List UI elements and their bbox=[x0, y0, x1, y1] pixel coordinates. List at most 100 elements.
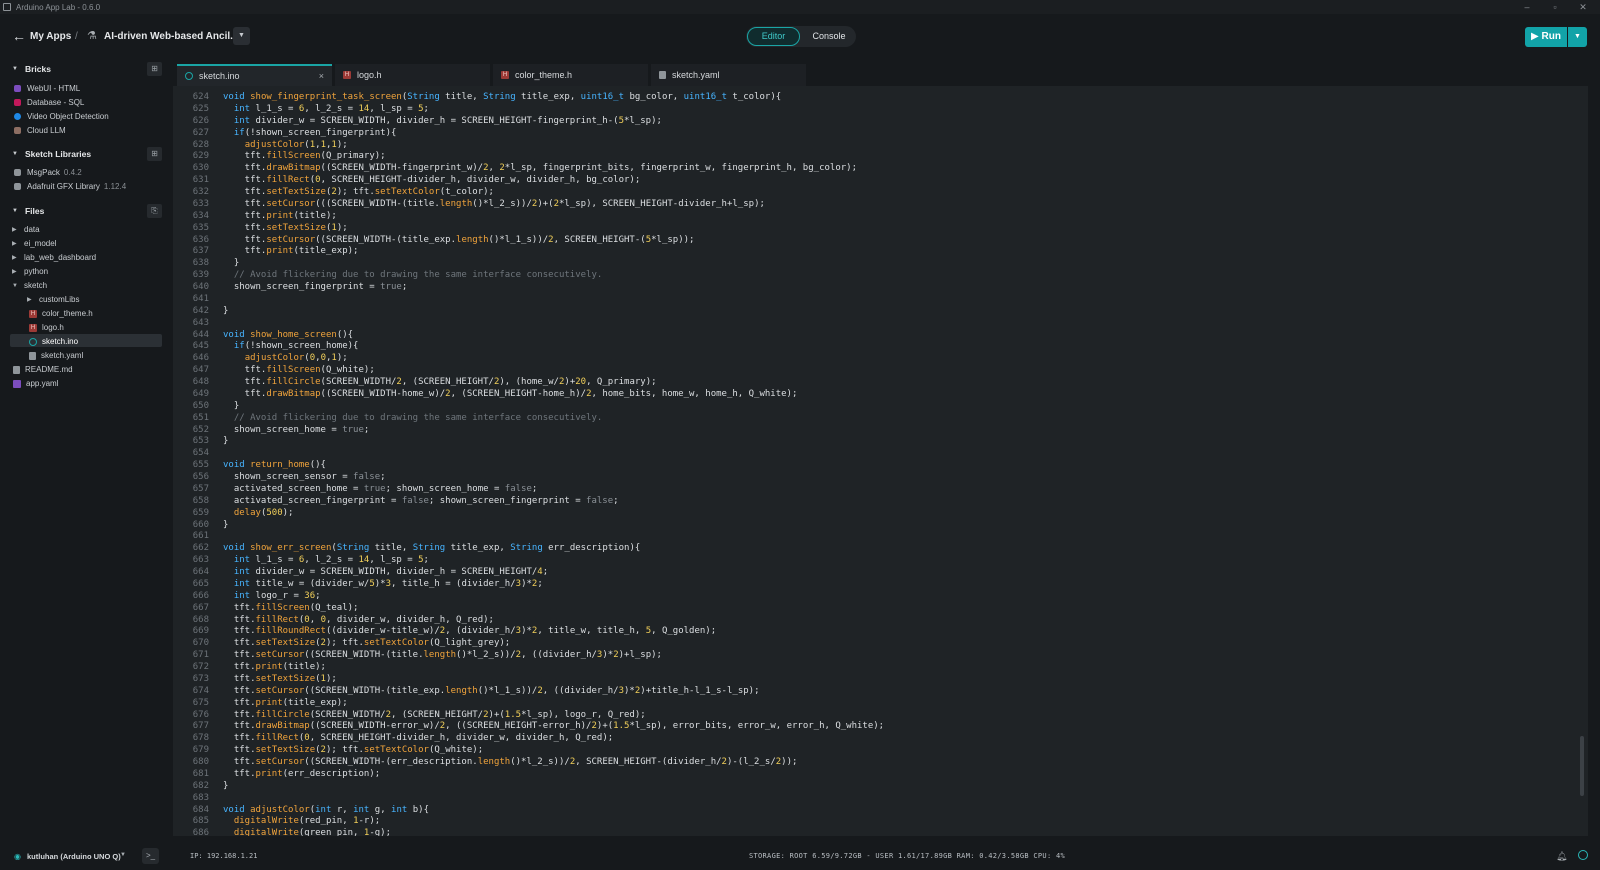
code-line[interactable] bbox=[223, 793, 1563, 805]
code-line[interactable]: void show_err_screen(String title, Strin… bbox=[223, 543, 1563, 555]
code-line[interactable]: shown_screen_home = true; bbox=[223, 425, 1563, 437]
code-line[interactable]: tft.setCursor((SCREEN_WIDTH-(title_exp.l… bbox=[223, 686, 1563, 698]
code-line[interactable]: tft.print(title); bbox=[223, 211, 1563, 223]
code-line[interactable] bbox=[223, 318, 1563, 330]
breadcrumb-my-apps[interactable]: My Apps bbox=[30, 31, 71, 42]
folder-item[interactable]: ▶ ei_model bbox=[12, 237, 56, 250]
brick-item[interactable]: WebUI - HTML bbox=[14, 82, 80, 95]
code-line[interactable]: int l_1_s = 6, l_2_s = 14, l_sp = 5; bbox=[223, 104, 1563, 116]
code-editor[interactable]: 624 625 626 627 628 629 630 631 632 633 634 635 636 6… bbox=[173, 86, 1588, 836]
tab-logo-h[interactable]: H logo.h bbox=[335, 64, 490, 86]
code-line[interactable]: tft.drawBitmap((SCREEN_WIDTH-fingerprint… bbox=[223, 163, 1563, 175]
code-line[interactable] bbox=[223, 294, 1563, 306]
code-line[interactable]: tft.print(title_exp); bbox=[223, 246, 1563, 258]
code-line[interactable]: tft.fillCircle(SCREEN_WIDTH/2, (SCREEN_H… bbox=[223, 377, 1563, 389]
code-line[interactable]: tft.print(title); bbox=[223, 662, 1563, 674]
code-line[interactable]: } bbox=[223, 436, 1563, 448]
file-item[interactable]: H logo.h bbox=[29, 321, 64, 334]
code-line[interactable]: } bbox=[223, 520, 1563, 532]
code-line[interactable]: tft.fillScreen(Q_white); bbox=[223, 365, 1563, 377]
code-line[interactable]: activated_screen_home = true; shown_scre… bbox=[223, 484, 1563, 496]
file-item[interactable]: README.md bbox=[13, 363, 73, 376]
project-menu-button[interactable]: ▼ bbox=[233, 27, 250, 45]
code-line[interactable]: tft.setTextSize(2); tft.setTextColor(Q_l… bbox=[223, 638, 1563, 650]
code-line[interactable]: adjustColor(0,0,1); bbox=[223, 353, 1563, 365]
file-item[interactable]: sketch.ino bbox=[29, 335, 78, 348]
code-line[interactable]: tft.drawBitmap((SCREEN_WIDTH-error_w)/2,… bbox=[223, 721, 1563, 733]
folder-item[interactable]: ▶ lab_web_dashboard bbox=[12, 251, 96, 264]
code-line[interactable]: tft.fillRoundRect((divider_w-title_w)/2,… bbox=[223, 626, 1563, 638]
code-line[interactable]: tft.drawBitmap((SCREEN_WIDTH-home_w)/2, … bbox=[223, 389, 1563, 401]
library-item[interactable]: MsgPack 0.4.2 bbox=[14, 166, 82, 179]
code-line[interactable]: int divider_w = SCREEN_WIDTH, divider_h … bbox=[223, 116, 1563, 128]
code-line[interactable]: tft.setCursor(((SCREEN_WIDTH-(title.leng… bbox=[223, 199, 1563, 211]
folder-item[interactable]: ▶ python bbox=[12, 265, 48, 278]
run-button[interactable]: ▶ Run bbox=[1525, 27, 1567, 47]
code-line[interactable] bbox=[223, 531, 1563, 543]
code-line[interactable]: adjustColor(1,1,1); bbox=[223, 140, 1563, 152]
folder-item[interactable]: ▼ sketch bbox=[12, 279, 47, 292]
code-line[interactable]: int divider_w = SCREEN_WIDTH, divider_h … bbox=[223, 567, 1563, 579]
code-line[interactable]: tft.fillScreen(Q_primary); bbox=[223, 151, 1563, 163]
code-line[interactable]: tft.fillRect(0, SCREEN_HEIGHT-divider_h,… bbox=[223, 733, 1563, 745]
back-arrow-icon[interactable]: ← bbox=[12, 28, 26, 44]
tab-sketch-ino[interactable]: sketch.ino × bbox=[177, 64, 332, 86]
bell-icon[interactable]: 🔔︎ bbox=[1556, 851, 1567, 862]
tab-sketch-yaml[interactable]: sketch.yaml bbox=[651, 64, 806, 86]
code-line[interactable]: tft.print(title_exp); bbox=[223, 698, 1563, 710]
code-line[interactable]: tft.setTextSize(2); tft.setTextColor(t_c… bbox=[223, 187, 1563, 199]
editor-view-button[interactable]: Editor bbox=[747, 27, 800, 46]
code-line[interactable]: tft.setCursor((SCREEN_WIDTH-(title.lengt… bbox=[223, 650, 1563, 662]
code-line[interactable]: // Avoid flickering due to drawing the s… bbox=[223, 270, 1563, 282]
code-line[interactable]: tft.print(err_description); bbox=[223, 769, 1563, 781]
close-window-button[interactable]: ✕ bbox=[1569, 0, 1597, 14]
code-content[interactable]: void show_fingerprint_task_screen(String… bbox=[223, 92, 1563, 836]
terminal-icon[interactable]: >_ bbox=[142, 848, 159, 864]
add-brick-button[interactable]: ⊞ bbox=[147, 62, 162, 76]
code-line[interactable]: void return_home(){ bbox=[223, 460, 1563, 472]
file-item[interactable]: sketch.yaml bbox=[29, 349, 83, 362]
code-line[interactable]: tft.setTextSize(1); bbox=[223, 674, 1563, 686]
code-line[interactable]: if(!shown_screen_home){ bbox=[223, 341, 1563, 353]
library-item[interactable]: Adafruit GFX Library 1.12.4 bbox=[14, 180, 126, 193]
chevron-down-icon[interactable]: ▼ bbox=[120, 852, 126, 858]
code-line[interactable]: tft.fillRect(0, SCREEN_HEIGHT-divider_h,… bbox=[223, 175, 1563, 187]
code-line[interactable]: tft.setTextSize(1); bbox=[223, 223, 1563, 235]
code-line[interactable]: int l_1_s = 6, l_2_s = 14, l_sp = 5; bbox=[223, 555, 1563, 567]
code-line[interactable]: // Avoid flickering due to drawing the s… bbox=[223, 413, 1563, 425]
libraries-section-header[interactable]: ▼ Sketch Libraries bbox=[12, 148, 91, 160]
code-line[interactable]: activated_screen_fingerprint = false; sh… bbox=[223, 496, 1563, 508]
console-view-button[interactable]: Console bbox=[803, 27, 855, 46]
run-options-dropdown[interactable]: ▼ bbox=[1568, 27, 1587, 47]
code-line[interactable]: tft.setCursor((SCREEN_WIDTH-(err_descrip… bbox=[223, 757, 1563, 769]
folder-item[interactable]: ▶ customLibs bbox=[27, 293, 79, 306]
maximize-button[interactable]: ▫ bbox=[1541, 0, 1569, 14]
editor-scrollbar[interactable] bbox=[1580, 736, 1584, 796]
code-line[interactable]: int title_w = (divider_w/5)*3, title_h =… bbox=[223, 579, 1563, 591]
code-line[interactable]: tft.fillCircle(SCREEN_WIDTH/2, (SCREEN_H… bbox=[223, 710, 1563, 722]
brick-item[interactable]: Database - SQL bbox=[14, 96, 84, 109]
code-line[interactable]: delay(500); bbox=[223, 508, 1563, 520]
new-file-button[interactable]: ⎘ bbox=[147, 204, 162, 218]
code-line[interactable]: void show_home_screen(){ bbox=[223, 330, 1563, 342]
brick-item[interactable]: Cloud LLM bbox=[14, 124, 66, 137]
code-line[interactable]: shown_screen_sensor = false; bbox=[223, 472, 1563, 484]
code-line[interactable]: tft.setTextSize(2); tft.setTextColor(Q_w… bbox=[223, 745, 1563, 757]
code-line[interactable]: } bbox=[223, 306, 1563, 318]
code-line[interactable]: digitalWrite(red_pin, 1-r); bbox=[223, 816, 1563, 828]
tab-color-theme-h[interactable]: H color_theme.h bbox=[493, 64, 648, 86]
code-line[interactable]: void adjustColor(int r, int g, int b){ bbox=[223, 805, 1563, 817]
code-line[interactable]: tft.setCursor((SCREEN_WIDTH-(title_exp.l… bbox=[223, 235, 1563, 247]
brick-item[interactable]: Video Object Detection bbox=[14, 110, 109, 123]
close-tab-icon[interactable]: × bbox=[319, 71, 324, 81]
minimize-button[interactable]: – bbox=[1513, 0, 1541, 14]
code-line[interactable]: tft.fillScreen(Q_teal); bbox=[223, 603, 1563, 615]
code-line[interactable]: tft.fillRect(0, 0, divider_w, divider_h,… bbox=[223, 615, 1563, 627]
code-line[interactable]: } bbox=[223, 401, 1563, 413]
code-line[interactable]: } bbox=[223, 781, 1563, 793]
board-selector[interactable]: ◉ kutluhan (Arduino UNO Q) bbox=[14, 852, 121, 861]
files-section-header[interactable]: ▼ Files bbox=[12, 205, 44, 217]
add-library-button[interactable]: ⊞ bbox=[147, 147, 162, 161]
code-line[interactable]: void show_fingerprint_task_screen(String… bbox=[223, 92, 1563, 104]
code-line[interactable]: shown_screen_fingerprint = true; bbox=[223, 282, 1563, 294]
